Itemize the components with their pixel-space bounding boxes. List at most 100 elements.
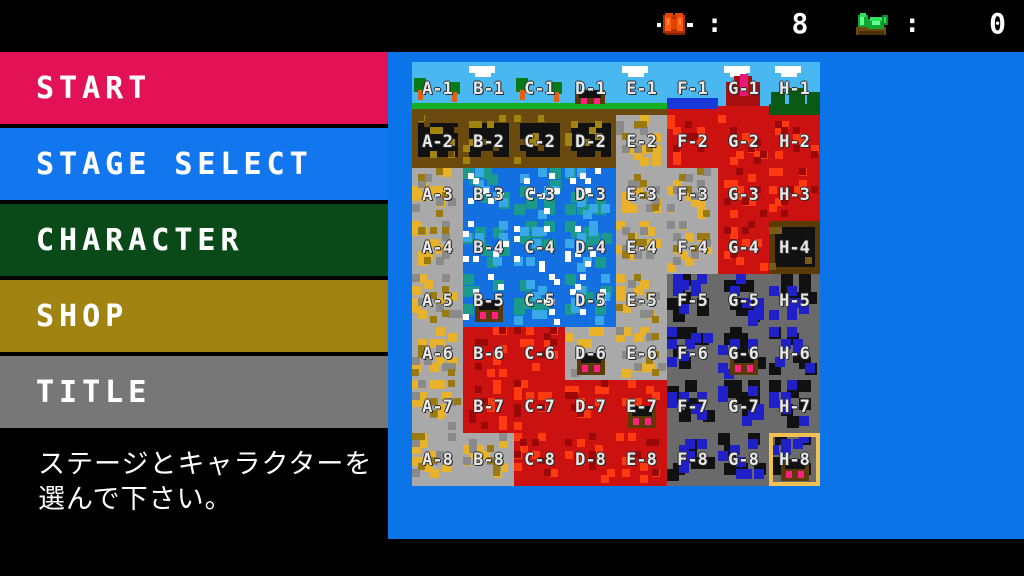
stage-cell-e-2[interactable]: E-2 <box>616 115 667 168</box>
menu-item-start-label: START <box>36 70 152 106</box>
stage-cell-g-8[interactable]: G-8 <box>718 433 769 486</box>
stage-cell-label: F-4 <box>677 237 708 258</box>
stage-cell-c-3[interactable]: C-3 <box>514 168 565 221</box>
gem-count: 0 <box>989 7 1006 40</box>
stage-cell-d-5[interactable]: D-5 <box>565 274 616 327</box>
stage-cell-label: D-7 <box>575 396 606 417</box>
stage-cell-b-1[interactable]: B-1 <box>463 62 514 115</box>
stage-cell-b-2[interactable]: B-2 <box>463 115 514 168</box>
status-item-gem: : 0 <box>852 9 1006 39</box>
stage-cell-label: F-8 <box>677 449 708 470</box>
stage-cell-e-1[interactable]: E-1 <box>616 62 667 115</box>
stage-cell-c-4[interactable]: C-4 <box>514 221 565 274</box>
stage-cell-e-3[interactable]: E-3 <box>616 168 667 221</box>
stage-cell-g-2[interactable]: G-2 <box>718 115 769 168</box>
stage-cell-a-8[interactable]: A-8 <box>412 433 463 486</box>
stage-cell-a-1[interactable]: A-1 <box>412 62 463 115</box>
stage-cell-label: B-8 <box>473 449 504 470</box>
stage-cell-a-6[interactable]: A-6 <box>412 327 463 380</box>
stage-cell-b-6[interactable]: B-6 <box>463 327 514 380</box>
menu-item-shop[interactable]: SHOP <box>0 280 390 352</box>
stage-cell-h-4[interactable]: H-4 <box>769 221 820 274</box>
stage-cell-h-3[interactable]: H-3 <box>769 168 820 221</box>
stage-cell-f-7[interactable]: F-7 <box>667 380 718 433</box>
stage-cell-c-5[interactable]: C-5 <box>514 274 565 327</box>
stage-cell-d-2[interactable]: D-2 <box>565 115 616 168</box>
stage-cell-e-8[interactable]: E-8 <box>616 433 667 486</box>
stage-cell-label: A-8 <box>422 449 453 470</box>
stage-cell-label: C-2 <box>524 131 555 152</box>
stage-cell-label: F-1 <box>677 78 708 99</box>
stage-cell-g-4[interactable]: G-4 <box>718 221 769 274</box>
stage-cell-f-4[interactable]: F-4 <box>667 221 718 274</box>
stage-cell-f-6[interactable]: F-6 <box>667 327 718 380</box>
stage-cell-label: D-6 <box>575 343 606 364</box>
menu-item-title-label: TITLE <box>36 374 152 410</box>
stage-cell-d-7[interactable]: D-7 <box>565 380 616 433</box>
stage-cell-b-3[interactable]: B-3 <box>463 168 514 221</box>
stage-cell-g-3[interactable]: G-3 <box>718 168 769 221</box>
stage-cell-f-3[interactable]: F-3 <box>667 168 718 221</box>
stage-cell-a-2[interactable]: A-2 <box>412 115 463 168</box>
stage-cell-d-1[interactable]: D-1 <box>565 62 616 115</box>
stage-cell-label: G-7 <box>728 396 759 417</box>
stage-cell-label: G-2 <box>728 131 759 152</box>
stage-cell-a-5[interactable]: A-5 <box>412 274 463 327</box>
stage-cell-label: E-2 <box>626 131 657 152</box>
stage-cell-label: H-3 <box>779 184 810 205</box>
stage-cell-d-3[interactable]: D-3 <box>565 168 616 221</box>
stage-cell-h-6[interactable]: H-6 <box>769 327 820 380</box>
stage-cell-b-7[interactable]: B-7 <box>463 380 514 433</box>
stage-cell-g-5[interactable]: G-5 <box>718 274 769 327</box>
stage-cell-c-7[interactable]: C-7 <box>514 380 565 433</box>
stage-cell-d-6[interactable]: D-6 <box>565 327 616 380</box>
stage-cell-d-8[interactable]: D-8 <box>565 433 616 486</box>
stage-map-grid: A-1 B-1 C-1 D-1 E-1 F-1 G-1 H-1 A-2 B-2 C-2 D-2 E-2 F… <box>412 62 820 486</box>
stage-cell-e-5[interactable]: E-5 <box>616 274 667 327</box>
stage-cell-h-8[interactable]: H-8 <box>769 433 820 486</box>
stage-cell-g-6[interactable]: G-6 <box>718 327 769 380</box>
stage-cell-label: C-7 <box>524 396 555 417</box>
stage-cell-e-4[interactable]: E-4 <box>616 221 667 274</box>
stage-cell-c-2[interactable]: C-2 <box>514 115 565 168</box>
menu-item-title[interactable]: TITLE <box>0 356 390 428</box>
stage-cell-label: D-3 <box>575 184 606 205</box>
stage-cell-c-8[interactable]: C-8 <box>514 433 565 486</box>
stage-cell-f-1[interactable]: F-1 <box>667 62 718 115</box>
stage-cell-label: B-1 <box>473 78 504 99</box>
help-text-line-1: ステージとキャラクターを <box>38 449 373 480</box>
stage-cell-e-7[interactable]: E-7 <box>616 380 667 433</box>
stage-cell-h-5[interactable]: H-5 <box>769 274 820 327</box>
stage-cell-label: H-7 <box>779 396 810 417</box>
stage-cell-e-6[interactable]: E-6 <box>616 327 667 380</box>
stage-cell-label: G-6 <box>728 343 759 364</box>
stage-cell-f-5[interactable]: F-5 <box>667 274 718 327</box>
stage-cell-d-4[interactable]: D-4 <box>565 221 616 274</box>
stage-cell-g-7[interactable]: G-7 <box>718 380 769 433</box>
stage-cell-h-7[interactable]: H-7 <box>769 380 820 433</box>
stage-cell-label: A-4 <box>422 237 453 258</box>
stage-cell-f-2[interactable]: F-2 <box>667 115 718 168</box>
stage-cell-b-5[interactable]: B-5 <box>463 274 514 327</box>
stage-cell-label: F-6 <box>677 343 708 364</box>
stage-cell-label: B-5 <box>473 290 504 311</box>
stage-cell-g-1[interactable]: G-1 <box>718 62 769 115</box>
stage-cell-f-8[interactable]: F-8 <box>667 433 718 486</box>
menu-item-start[interactable]: START <box>0 52 390 124</box>
menu-item-character[interactable]: CHARACTER <box>0 204 390 276</box>
stage-cell-a-3[interactable]: A-3 <box>412 168 463 221</box>
stage-cell-c-1[interactable]: C-1 <box>514 62 565 115</box>
stage-cell-a-7[interactable]: A-7 <box>412 380 463 433</box>
stage-cell-label: G-1 <box>728 78 759 99</box>
stage-cell-a-4[interactable]: A-4 <box>412 221 463 274</box>
menu-item-stage-select[interactable]: STAGE SELECT <box>0 128 390 200</box>
stage-cell-label: F-3 <box>677 184 708 205</box>
stage-cell-label: C-1 <box>524 78 555 99</box>
stage-cell-b-8[interactable]: B-8 <box>463 433 514 486</box>
stage-cell-h-1[interactable]: H-1 <box>769 62 820 115</box>
stage-cell-c-6[interactable]: C-6 <box>514 327 565 380</box>
stage-cell-label: D-4 <box>575 237 606 258</box>
stage-cell-b-4[interactable]: B-4 <box>463 221 514 274</box>
stage-cell-label: D-5 <box>575 290 606 311</box>
stage-cell-h-2[interactable]: H-2 <box>769 115 820 168</box>
